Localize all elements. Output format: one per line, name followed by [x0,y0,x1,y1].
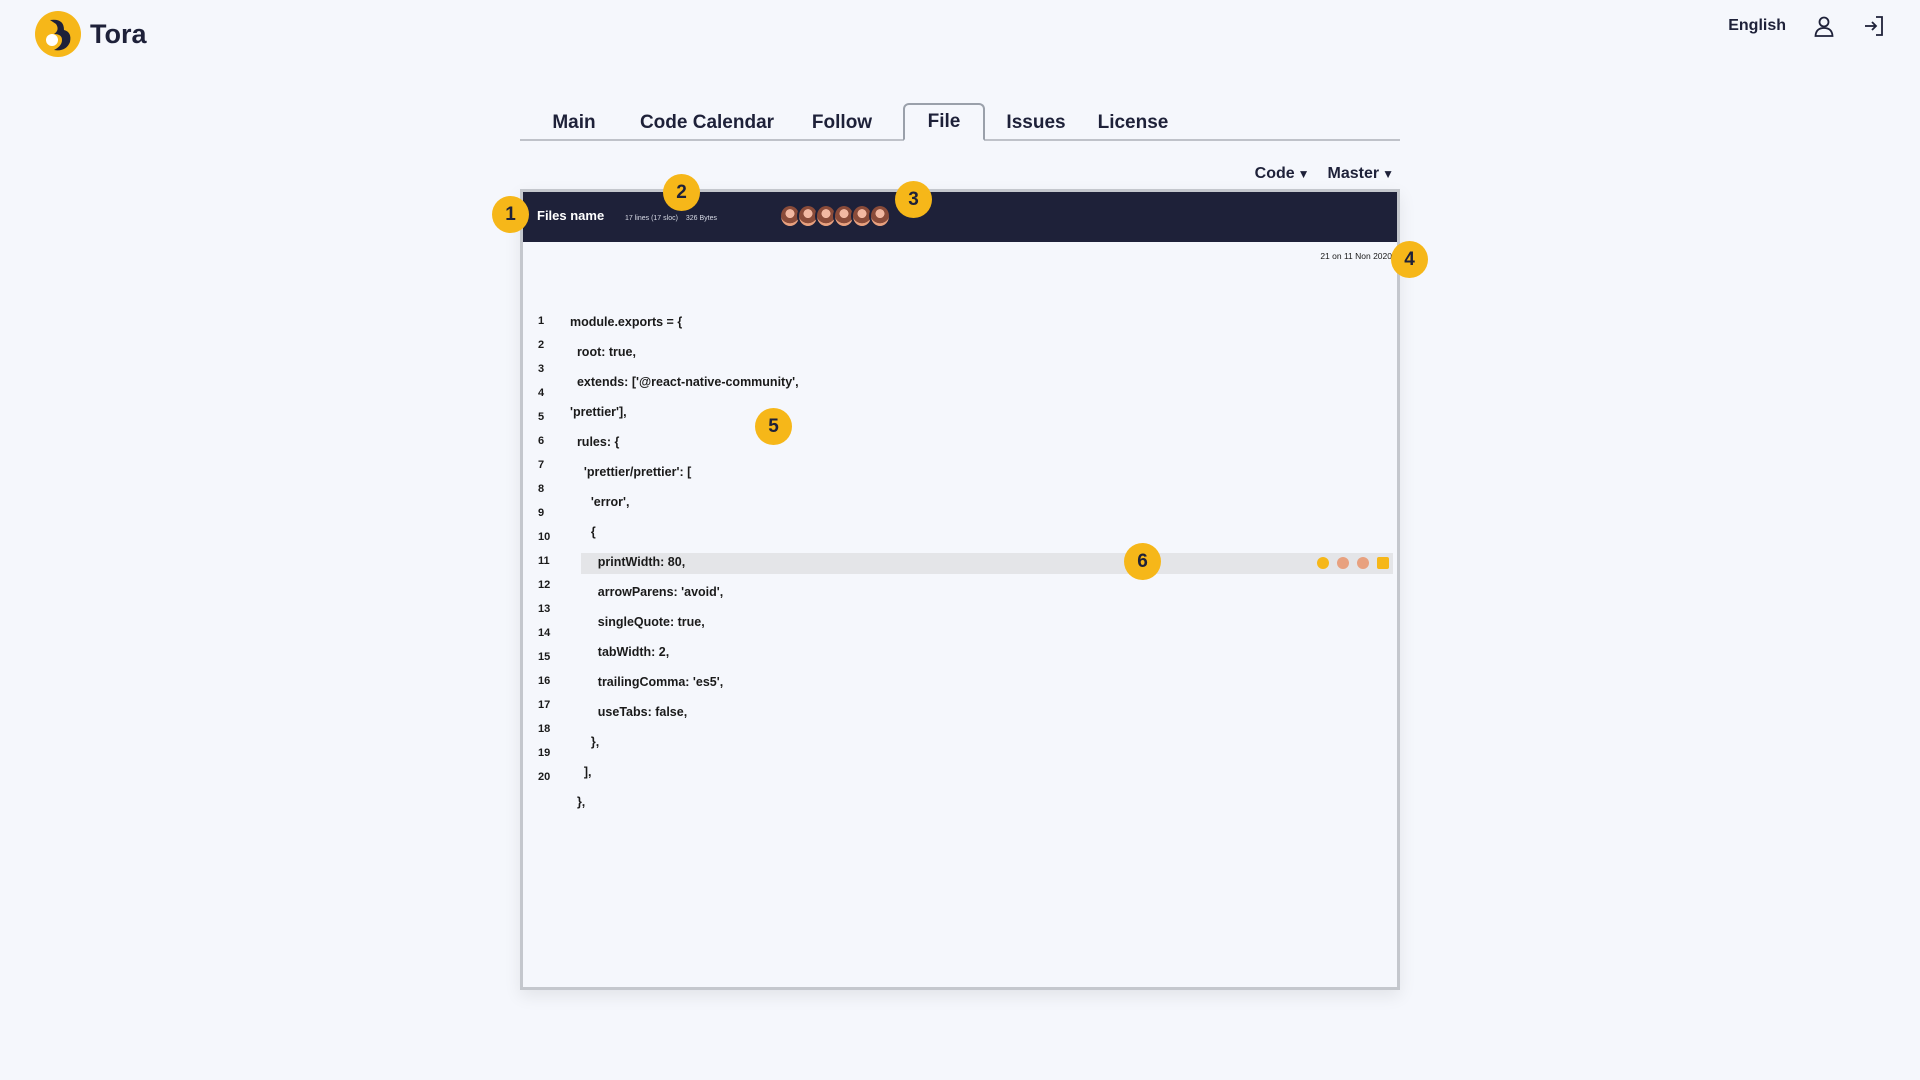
code-line: useTabs: false, [570,705,688,719]
callout-marker: 1 [492,196,529,233]
callout-marker: 3 [895,181,932,218]
line-number[interactable]: 13 [538,603,558,615]
code-line: }, [570,795,586,809]
tab-code-calendar[interactable]: Code Calendar [632,103,782,139]
code-line: singleQuote: true, [570,615,705,629]
line-number[interactable]: 11 [538,555,558,567]
logo-icon [35,11,81,57]
code-line: ], [570,765,592,779]
file-lines: 17 lines (17 sloc) [625,215,678,222]
code-line: trailingComma: 'es5', [570,675,724,689]
logo[interactable]: Tora [34,10,147,58]
line-number[interactable]: 1 [538,315,558,327]
code-line: 'error', [570,495,630,509]
tab-bar: Main Code Calendar Follow File Issues Li… [520,103,1400,141]
code-dropdown[interactable]: Code ▼ [1255,165,1310,183]
avatar-icon[interactable] [1337,557,1349,569]
line-number[interactable]: 16 [538,675,558,687]
file-size: 326 Bytes [685,215,718,222]
code-line: module.exports = { [570,315,683,329]
warning-icon[interactable] [1317,557,1329,569]
avatar-icon[interactable] [1357,557,1369,569]
file-header: Files name 17 lines (17 sloc) 326 Bytes [523,192,1397,242]
tab-issues[interactable]: Issues [1000,103,1072,139]
line-number[interactable]: 8 [538,483,558,495]
code-dropdown-label: Code [1254,165,1295,182]
tab-license[interactable]: License [1090,103,1176,139]
branch-dropdown[interactable]: Master ▼ [1328,165,1394,183]
file-name: Files name [537,208,605,223]
file-viewer: Files name 17 lines (17 sloc) 326 Bytes … [520,189,1400,990]
code-line: arrowParens: 'avoid', [570,585,724,599]
callout-marker: 5 [755,408,792,445]
file-date: 21 on 11 Non 2020 [1320,251,1392,261]
mail-icon[interactable] [1377,557,1389,569]
contributor-avatar[interactable] [869,204,891,228]
callout-marker: 6 [1124,543,1161,580]
code-line: { [570,525,596,539]
line-number[interactable]: 9 [538,507,558,519]
line-number[interactable]: 4 [538,387,558,399]
tab-main[interactable]: Main [534,103,614,139]
line-number[interactable]: 3 [538,363,558,375]
code-line: extends: ['@react-native-community', [570,375,799,389]
line-number[interactable]: 20 [538,771,558,783]
line-number[interactable]: 12 [538,579,558,591]
line-number[interactable]: 15 [538,651,558,663]
line-number[interactable]: 2 [538,339,558,351]
callout-marker: 4 [1391,241,1428,278]
chevron-down-icon: ▼ [1297,167,1310,181]
branch-dropdown-label: Master [1327,165,1380,182]
code-line: 'prettier'], [570,405,627,419]
code-line: tabWidth: 2, [570,645,670,659]
code-line: }, [570,735,600,749]
chevron-down-icon: ▼ [1382,167,1394,181]
line-number[interactable]: 10 [538,531,558,543]
tab-follow[interactable]: Follow [802,103,882,139]
code-line: printWidth: 80, [570,555,686,569]
line-number[interactable]: 19 [538,747,558,759]
app-name: Tora [90,18,147,49]
code-line: rules: { [570,435,620,449]
file-stats: 17 lines (17 sloc) 326 Bytes [625,215,723,222]
line-number[interactable]: 18 [538,723,558,735]
line-number[interactable]: 5 [538,411,558,423]
language-selector[interactable]: English [1728,17,1786,35]
line-number[interactable]: 7 [538,459,558,471]
line-number[interactable]: 6 [538,435,558,447]
tab-file[interactable]: File [903,103,985,141]
highlighted-line[interactable] [581,553,1393,574]
logout-icon[interactable] [1862,14,1886,38]
code-line: 'prettier/prettier': [ [570,465,692,479]
user-icon[interactable] [1812,14,1836,38]
code-line: root: true, [570,345,636,359]
line-number[interactable]: 17 [538,699,558,711]
line-number[interactable]: 14 [538,627,558,639]
callout-marker: 2 [663,174,700,211]
